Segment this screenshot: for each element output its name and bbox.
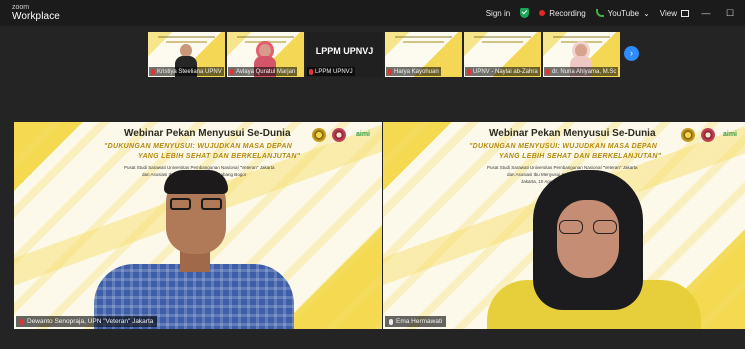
- participant-filmstrip: Kristiya Steeliana UPNV Avlaya Quratul M…: [148, 32, 620, 77]
- participant-tile[interactable]: UPNV - Naylai ab-Zahra: [464, 32, 541, 77]
- live-stream-icon: [595, 9, 604, 17]
- brand-workplace-label: Workplace: [12, 11, 60, 22]
- recording-label: Recording: [549, 8, 586, 18]
- mic-muted-icon: [546, 68, 550, 75]
- aimi-logo: aimi: [356, 131, 371, 138]
- youtube-live-menu[interactable]: YouTube ⌄: [595, 8, 650, 18]
- speaker-figure: [84, 152, 304, 329]
- virtual-background-title: Webinar Pekan Menyusui Se-Dunia: [489, 128, 656, 139]
- mic-muted-icon: [20, 318, 24, 325]
- sign-in-link[interactable]: Sign in: [486, 9, 510, 18]
- university-logo: [681, 128, 695, 142]
- filmstrip-next-button[interactable]: ›: [624, 46, 639, 61]
- speaker-figure: [487, 170, 701, 329]
- gallery-view-icon: [681, 9, 689, 17]
- virtual-background-theme: "DUKUNGAN MENYUSUI: WUJUDKAN MASA DEPAN: [104, 143, 293, 150]
- title-bar-controls: Sign in Recording YouTube ⌄ View — ☐: [486, 0, 737, 26]
- participant-name: Dewanto Senopraja, UPN "Veteran" Jakarta: [27, 318, 154, 325]
- participant-tile[interactable]: Avlaya Quratul Marjan: [227, 32, 304, 77]
- participant-name: dr. Nuria Ahiyama, M.Sc: [552, 68, 617, 75]
- mic-muted-icon: [309, 68, 313, 75]
- participant-tile[interactable]: Harya Kayohuan: [385, 32, 462, 77]
- participant-name: Kristiya Steeliana UPNV: [157, 68, 222, 75]
- view-label: View: [659, 8, 677, 18]
- university-logo: [312, 128, 326, 142]
- view-menu-button[interactable]: View: [660, 9, 689, 18]
- participant-name-tag: Avlaya Quratul Marjan: [228, 67, 298, 76]
- association-logo: [332, 128, 346, 142]
- participant-name-tag: dr. Nuria Ahiyama, M.Sc: [544, 67, 619, 76]
- mic-muted-icon: [388, 68, 392, 75]
- participant-name-tag: LPPM UPNVJ: [307, 67, 355, 76]
- participant-name: Harya Kayohuan: [394, 68, 439, 75]
- shield-check-icon: [520, 8, 530, 18]
- participant-tile[interactable]: dr. Nuria Ahiyama, M.Sc: [543, 32, 620, 77]
- participant-name: Ema Hermawati: [396, 318, 443, 325]
- mic-muted-icon: [151, 68, 155, 75]
- aimi-logo: aimi: [723, 131, 738, 138]
- record-dot-icon: [539, 10, 546, 16]
- participant-name: LPPM UPNVJ: [315, 68, 353, 75]
- virtual-background-theme-line2: YANG LEBIH SEHAT DAN BERKELANJUTAN": [499, 153, 662, 160]
- youtube-label: YouTube: [607, 8, 640, 18]
- mic-icon: [389, 318, 393, 325]
- speaker-video-tile[interactable]: aimi Webinar Pekan Menyusui Se-Dunia "DU…: [383, 122, 745, 329]
- recording-indicator[interactable]: Recording: [539, 8, 586, 18]
- security-indicator[interactable]: [520, 8, 530, 18]
- chevron-down-icon: ⌄: [643, 8, 650, 18]
- participant-tile[interactable]: Kristiya Steeliana UPNV: [148, 32, 225, 77]
- speaker-video-tile[interactable]: Webinar Pekan Menyusui Se-Dunia "DUKUNGA…: [14, 122, 382, 329]
- association-logo: [701, 128, 715, 142]
- virtual-background-title: Webinar Pekan Menyusui Se-Dunia: [124, 128, 291, 139]
- participant-name-tag: Ema Hermawati: [385, 316, 447, 327]
- app-brand: zoom Workplace: [12, 3, 60, 22]
- minimize-button[interactable]: —: [699, 8, 713, 18]
- participant-name: Avlaya Quratul Marjan: [236, 68, 296, 75]
- participant-name-tag: Dewanto Senopraja, UPN "Veteran" Jakarta: [16, 316, 158, 327]
- title-bar: zoom Workplace Sign in Recording YouTube…: [0, 0, 745, 26]
- participant-name-tag: Harya Kayohuan: [386, 67, 441, 76]
- participant-name-tag: Kristiya Steeliana UPNV: [149, 67, 224, 76]
- virtual-background-theme: "DUKUNGAN MENYUSUI: WUJUDKAN MASA DEPAN: [469, 143, 658, 150]
- participant-name-tag: UPNV - Naylai ab-Zahra: [465, 67, 540, 76]
- mic-muted-icon: [467, 68, 471, 75]
- participant-camera-off-label: LPPM UPNVJ: [315, 46, 374, 56]
- mic-muted-icon: [230, 68, 234, 75]
- zoom-window: zoom Workplace Sign in Recording YouTube…: [0, 0, 745, 349]
- participant-tile[interactable]: LPPM UPNVJ LPPM UPNVJ: [306, 32, 383, 77]
- participant-name: UPNV - Naylai ab-Zahra: [473, 68, 538, 75]
- maximize-button[interactable]: ☐: [723, 8, 737, 19]
